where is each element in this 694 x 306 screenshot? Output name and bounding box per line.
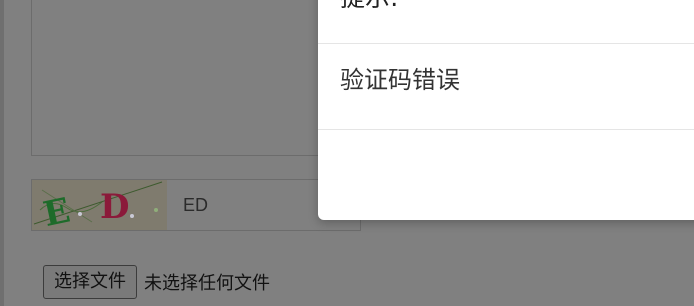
captcha-letter-d: D — [100, 187, 129, 227]
content-textarea[interactable] — [31, 0, 361, 156]
modal-body: 验证码错误 — [318, 44, 694, 130]
alert-modal: 提示: 验证码错误 — [318, 0, 694, 220]
modal-title: 提示: — [340, 0, 398, 18]
page-edge — [0, 0, 4, 306]
captcha-input[interactable]: ED — [183, 180, 208, 230]
file-upload: 选择文件 未选择任何文件 — [43, 264, 270, 300]
modal-footer — [318, 130, 694, 220]
file-status-text: 未选择任何文件 — [144, 273, 270, 294]
captcha-row: E D ED — [31, 179, 361, 231]
captcha-graphic: E D — [32, 180, 167, 230]
modal-header: 提示: — [318, 0, 694, 44]
captcha-image[interactable]: E D — [32, 180, 167, 230]
choose-file-button[interactable]: 选择文件 — [43, 265, 137, 299]
modal-message: 验证码错误 — [340, 66, 460, 94]
